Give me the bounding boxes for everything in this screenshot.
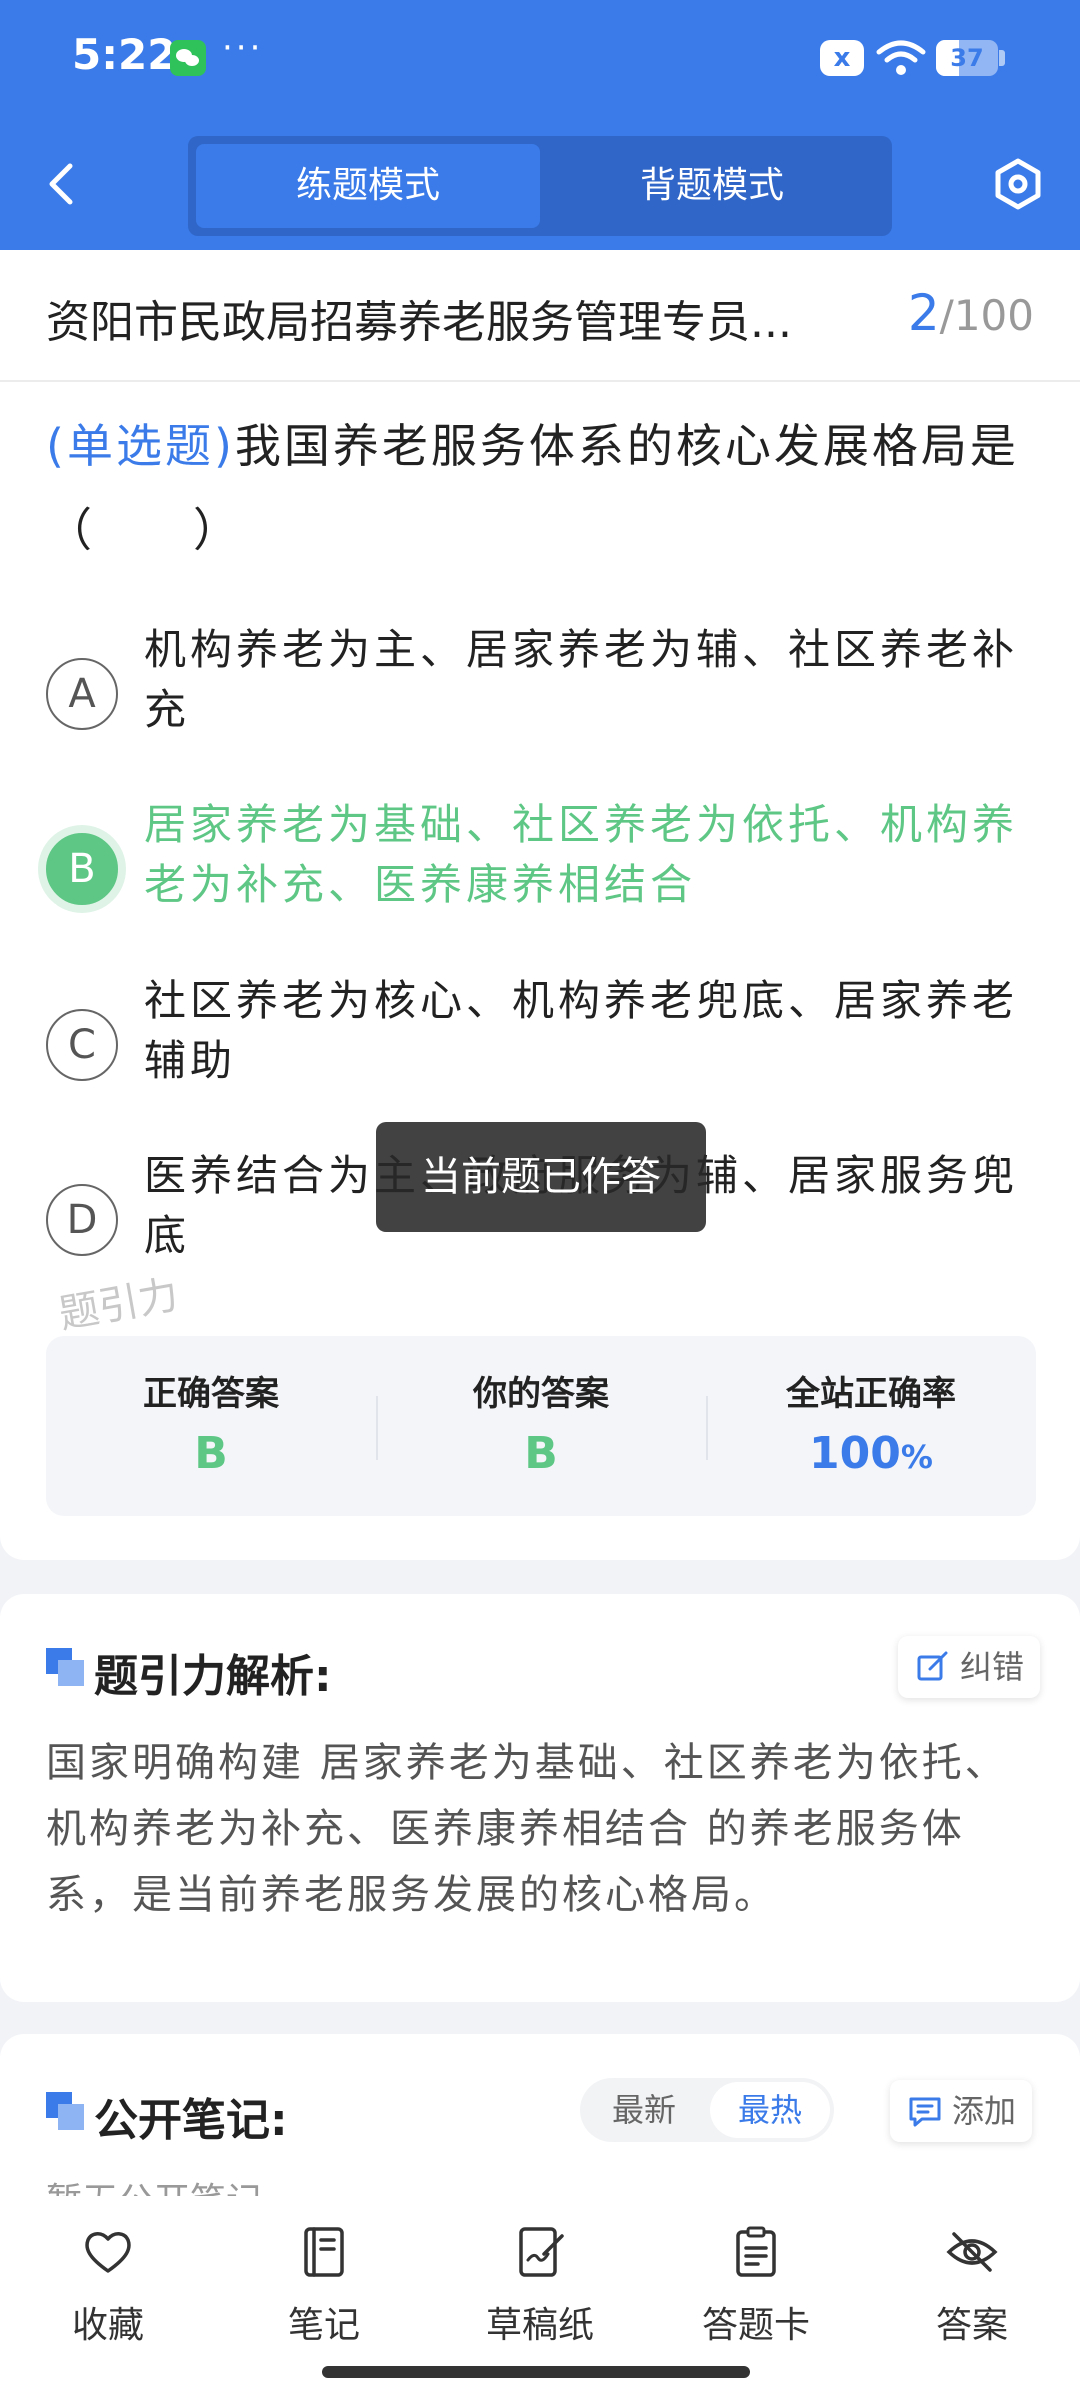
section-square-icon [46,1648,84,1686]
eye-off-icon [946,2232,998,2272]
correct-answer-label: 正确答案 [143,1374,279,1414]
nav-answer[interactable]: 答案 [892,2224,1052,2354]
site-accuracy-unit: % [900,1438,933,1476]
wechat-icon [170,40,206,76]
option-c-text: 社区养老为核心、机构养老兜底、居家养老辅助 [144,976,1019,1085]
home-indicator[interactable] [322,2366,750,2378]
option-a-text: 机构养老为主、居家养老为辅、社区养老补充 [144,625,1019,734]
nav-answer-card[interactable]: 答题卡 [676,2224,836,2354]
tab-recite-mode[interactable]: 背题模式 [540,144,884,228]
analysis-title: 题引力解析: [94,1651,332,1702]
progress-separator: / [939,291,954,340]
answer-summary: 正确答案 B 你的答案 B 全站正确率 100% [46,1336,1036,1516]
option-b-text: 居家养老为基础、社区养老为依托、机构养老为补充、医养康养相结合 [144,800,1019,909]
tab-practice-mode[interactable]: 练题模式 [196,144,540,228]
settings-icon[interactable] [990,156,1046,212]
mode-switch: 练题模式 背题模式 [188,136,892,236]
notes-sort-switch: 最新 最热 [580,2078,834,2142]
paper-title: 资阳市民政局招募养老服务管理专员... [46,297,792,348]
progress-current: 2 [907,284,940,342]
question-progress[interactable]: 2/100 [908,284,1034,342]
status-time: 5:22 [72,30,177,79]
sort-latest[interactable]: 最新 [584,2082,704,2138]
question-type: (单选题) [46,419,235,473]
correct-answer-value: B [194,1428,228,1479]
nav-answer-label: 答案 [935,2305,1008,2346]
more-notifications-icon: ··· [222,28,264,68]
correct-answer: 正确答案 B [46,1336,376,1516]
answered-toast: 当前题已作答 [376,1122,706,1232]
your-answer-value: B [524,1428,558,1479]
answer-card-icon [736,2226,776,2277]
your-answer-label: 你的答案 [473,1374,609,1414]
nav-favorite-label: 收藏 [71,2305,144,2346]
progress-total: 100 [953,291,1034,340]
add-note-label: 添加 [952,2092,1017,2130]
battery-tip [999,50,1005,66]
heart-icon [85,2232,131,2273]
section-square-icon [46,2092,84,2130]
nav-notes[interactable]: 笔记 [244,2224,404,2354]
battery-icon: 37 [936,40,998,76]
nav-draft-paper[interactable]: 草稿纸 [460,2224,620,2354]
site-accuracy-number: 100 [809,1428,901,1479]
option-b-letter: B [46,833,118,905]
nav-notes-label: 笔记 [287,2305,360,2346]
back-chevron-icon[interactable] [40,158,88,210]
draft-paper-icon [519,2227,564,2277]
sort-hot[interactable]: 最热 [710,2082,830,2138]
site-accuracy-value: 100% [706,1428,1036,1479]
note-add-icon [909,2097,941,2127]
notebook-icon [304,2227,344,2277]
report-error-button[interactable]: 纠错 [898,1636,1041,1698]
mute-icon: x [820,40,864,76]
add-note-button[interactable]: 添加 [890,2080,1033,2142]
notes-title: 公开笔记: [94,2095,288,2146]
status-bar: 5:22 ··· x 37 [0,0,1080,118]
wifi-icon [876,40,926,75]
site-accuracy-label: 全站正确率 [786,1374,956,1414]
battery-level: 37 [950,44,984,72]
analysis-text: 国家明确构建 居家养老为基础、社区养老为依托、机构养老为补充、医养康养相结合 的… [46,1740,1008,1918]
option-d-letter: D [46,1184,118,1256]
your-answer: 你的答案 B [376,1336,706,1516]
nav-favorite[interactable]: 收藏 [28,2224,188,2354]
report-error-label: 纠错 [960,1648,1025,1686]
nav-answer-card-label: 答题卡 [701,2305,810,2346]
divider [0,380,1080,382]
option-c-letter: C [46,1009,118,1081]
question-stem: (单选题)我国养老服务体系的核心发展格局是（ ） [46,404,1036,572]
top-bar: 5:22 ··· x 37 练题模式 背题模式 [0,0,1080,250]
edit-icon [917,1651,948,1681]
option-a-letter: A [46,658,118,730]
nav-draft-paper-label: 草稿纸 [485,2305,594,2346]
site-accuracy: 全站正确率 100% [706,1336,1036,1516]
